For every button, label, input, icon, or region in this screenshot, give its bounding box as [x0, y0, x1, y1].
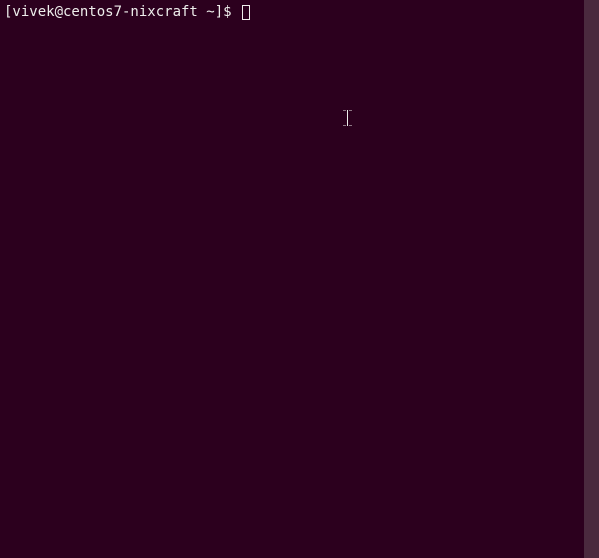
- scrollbar[interactable]: [584, 0, 599, 558]
- terminal-viewport[interactable]: [vivek@centos7-nixcraft ~]$: [0, 0, 584, 558]
- prompt-line: [vivek@centos7-nixcraft ~]$: [4, 4, 580, 20]
- ibeam-cursor-icon: [343, 110, 344, 126]
- shell-prompt: [vivek@centos7-nixcraft ~]$: [4, 4, 240, 20]
- cursor-block-icon: [242, 5, 250, 20]
- scrollbar-thumb[interactable]: [584, 0, 599, 558]
